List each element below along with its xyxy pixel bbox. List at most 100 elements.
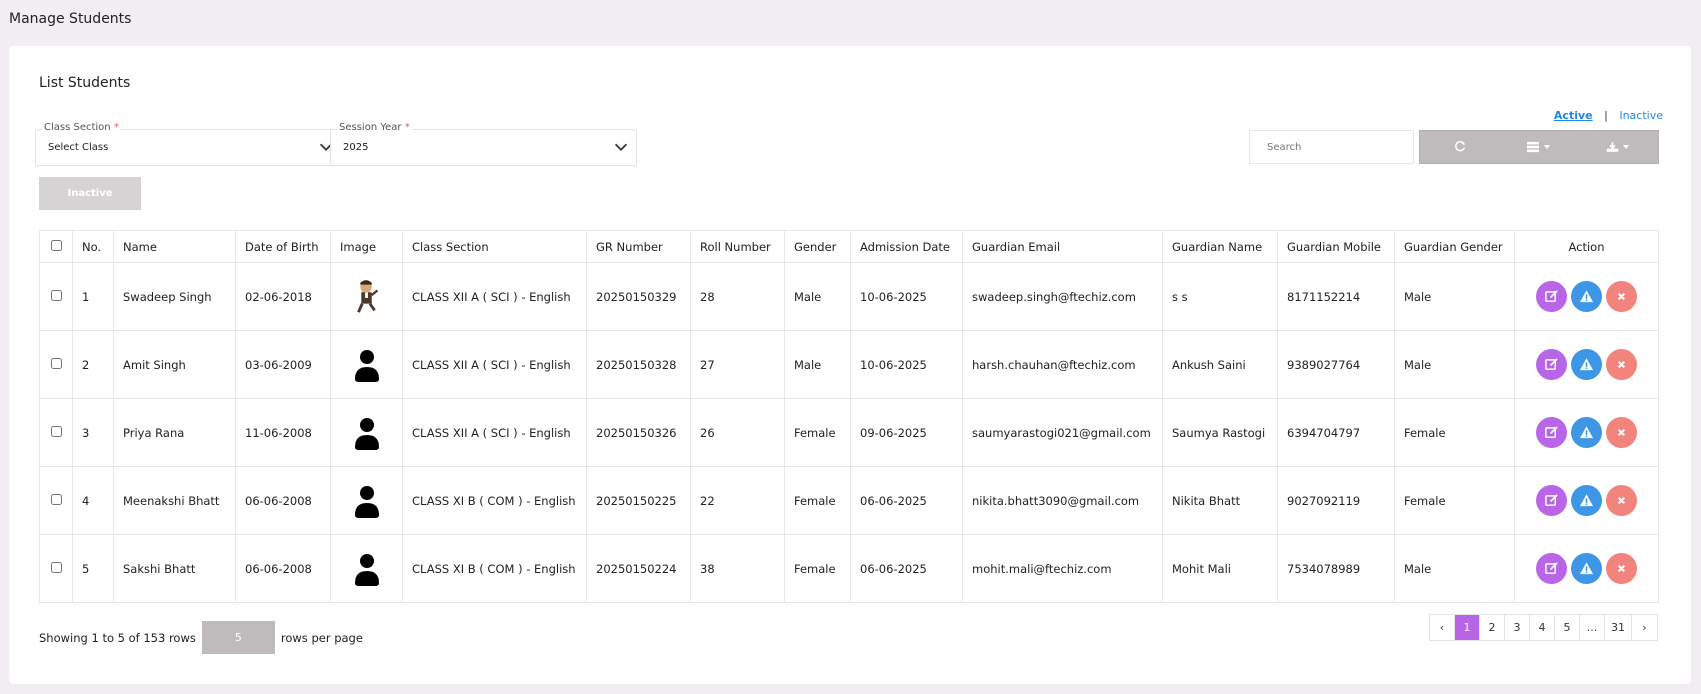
- row-select-cell: [39, 466, 73, 535]
- page-1[interactable]: 1: [1455, 615, 1480, 640]
- cell-guardian-gender: Female: [1394, 398, 1515, 467]
- page-2[interactable]: 2: [1480, 615, 1505, 640]
- row-checkbox[interactable]: [50, 289, 62, 301]
- edit-button[interactable]: [1536, 553, 1567, 584]
- header-gender[interactable]: Gender: [784, 230, 851, 263]
- cell-admission-date: 09-06-2025: [850, 398, 963, 467]
- header-roll-number[interactable]: Roll Number: [690, 230, 785, 263]
- header-guardian-name[interactable]: Guardian Name: [1162, 230, 1278, 263]
- deactivate-button[interactable]: [1571, 281, 1602, 312]
- rows-per-page-select[interactable]: 5: [201, 621, 275, 654]
- cell-class-section: CLASS XI B ( COM ) - English: [402, 466, 587, 535]
- page-4[interactable]: 4: [1530, 615, 1555, 640]
- edit-button[interactable]: [1536, 485, 1567, 516]
- select-all-cell: [39, 230, 73, 263]
- cell-admission-date: 06-06-2025: [850, 534, 963, 603]
- header-dob[interactable]: Date of Birth: [235, 230, 331, 263]
- select-all-checkbox[interactable]: [50, 239, 62, 251]
- row-checkbox[interactable]: [50, 561, 62, 573]
- cell-guardian-mobile: 7534078989: [1277, 534, 1395, 603]
- page-31[interactable]: 31: [1605, 615, 1632, 640]
- delete-button[interactable]: [1606, 281, 1637, 312]
- cell-image[interactable]: [330, 466, 403, 535]
- refresh-button[interactable]: [1420, 131, 1499, 163]
- cell-no: 1: [72, 262, 114, 331]
- header-admission-date[interactable]: Admission Date: [850, 230, 963, 263]
- person-icon: [354, 485, 379, 518]
- warning-icon: [1579, 562, 1594, 575]
- inactive-link[interactable]: Inactive: [1619, 109, 1663, 122]
- row-checkbox[interactable]: [50, 493, 62, 505]
- cell-roll-number: 26: [690, 398, 785, 467]
- edit-icon: [1545, 358, 1558, 370]
- active-link[interactable]: Active: [1554, 109, 1593, 122]
- cell-image[interactable]: [330, 398, 403, 467]
- cell-image[interactable]: [330, 534, 403, 603]
- rows-per-page-label: rows per page: [280, 630, 363, 645]
- cell-image[interactable]: [330, 262, 403, 331]
- cell-class-section: CLASS XI B ( COM ) - English: [402, 534, 587, 603]
- row-checkbox[interactable]: [50, 357, 62, 369]
- header-gr-number[interactable]: GR Number: [586, 230, 691, 263]
- cell-action: [1514, 262, 1659, 331]
- columns-button[interactable]: [1499, 131, 1578, 163]
- row-select-cell: [39, 330, 73, 399]
- edit-icon: [1545, 290, 1558, 302]
- edit-button[interactable]: [1536, 349, 1567, 380]
- delete-button[interactable]: [1606, 417, 1637, 448]
- cell-no: 3: [72, 398, 114, 467]
- header-no[interactable]: No.: [72, 230, 114, 263]
- edit-button[interactable]: [1536, 417, 1567, 448]
- cell-gr-number: 20250150328: [586, 330, 691, 399]
- table-toolbar: [1419, 130, 1659, 164]
- header-name[interactable]: Name: [113, 230, 236, 263]
- pagination-info: Showing 1 to 5 of 153 rows 5 rows per pa…: [39, 621, 363, 654]
- cell-guardian-gender: Male: [1394, 330, 1515, 399]
- cell-dob: 11-06-2008: [235, 398, 331, 467]
- search-input[interactable]: [1249, 130, 1414, 164]
- cell-name: Meenakshi Bhatt: [113, 466, 236, 535]
- next-page-button[interactable]: ›: [1632, 615, 1657, 640]
- caret-down-icon: [1623, 145, 1630, 149]
- close-icon: [1617, 292, 1626, 301]
- header-class-section[interactable]: Class Section: [402, 230, 587, 263]
- cell-image[interactable]: [330, 330, 403, 399]
- header-guardian-mobile[interactable]: Guardian Mobile: [1277, 230, 1395, 263]
- page-3[interactable]: 3: [1505, 615, 1530, 640]
- cell-no: 2: [72, 330, 114, 399]
- person-icon: [354, 553, 379, 586]
- page-5[interactable]: 5: [1555, 615, 1580, 640]
- prev-page-button[interactable]: ‹: [1430, 615, 1455, 640]
- cell-admission-date: 10-06-2025: [850, 262, 963, 331]
- person-icon: [354, 349, 379, 382]
- edit-button[interactable]: [1536, 281, 1567, 312]
- header-guardian-email[interactable]: Guardian Email: [962, 230, 1163, 263]
- cell-guardian-email: mohit.mali@ftechiz.com: [962, 534, 1163, 603]
- export-button[interactable]: [1579, 131, 1658, 163]
- delete-button[interactable]: [1606, 485, 1637, 516]
- session-year-select[interactable]: Session Year * 2025: [330, 122, 637, 166]
- cell-gender: Female: [784, 534, 851, 603]
- cell-guardian-mobile: 6394704797: [1277, 398, 1395, 467]
- table-header-row: No. Name Date of Birth Image Class Secti…: [39, 230, 1659, 263]
- deactivate-button[interactable]: [1571, 553, 1602, 584]
- inactive-button[interactable]: Inactive: [39, 177, 141, 210]
- cell-gender: Female: [784, 466, 851, 535]
- class-section-select[interactable]: Class Section * Select Class: [35, 122, 342, 166]
- header-image[interactable]: Image: [330, 230, 403, 263]
- row-checkbox[interactable]: [50, 425, 62, 437]
- page-ellipsis: ...: [1580, 615, 1605, 640]
- deactivate-button[interactable]: [1571, 485, 1602, 516]
- header-guardian-gender[interactable]: Guardian Gender: [1394, 230, 1515, 263]
- delete-button[interactable]: [1606, 349, 1637, 380]
- cell-dob: 06-06-2008: [235, 534, 331, 603]
- pagination: ‹ 1 2 3 4 5 ... 31 ›: [1429, 614, 1658, 641]
- cell-guardian-name: s s: [1162, 262, 1278, 331]
- deactivate-button[interactable]: [1571, 417, 1602, 448]
- deactivate-button[interactable]: [1571, 349, 1602, 380]
- cell-guardian-mobile: 8171152214: [1277, 262, 1395, 331]
- delete-button[interactable]: [1606, 553, 1637, 584]
- students-table: No. Name Date of Birth Image Class Secti…: [39, 230, 1659, 603]
- cell-action: [1514, 466, 1659, 535]
- close-icon: [1617, 496, 1626, 505]
